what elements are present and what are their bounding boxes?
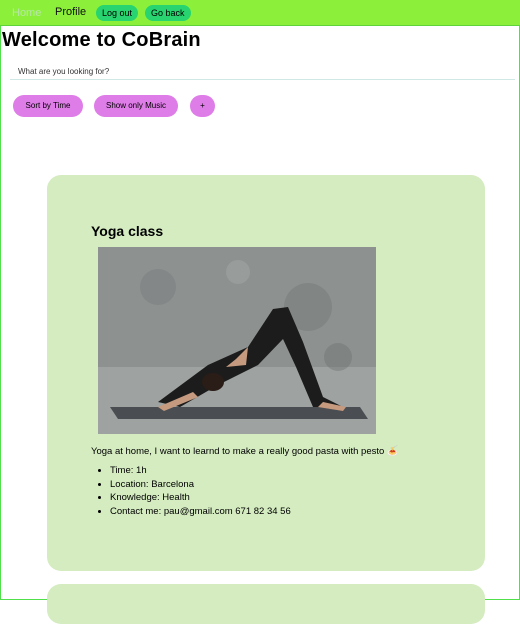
pasta-emoji-icon: 🍝 — [386, 446, 399, 457]
nav-home-link[interactable]: Home — [12, 7, 41, 19]
search-input[interactable] — [10, 64, 515, 80]
detail-time: Time: 1h — [110, 464, 291, 478]
activity-card: Yoga class Yoga at home, I want to learn… — [47, 175, 485, 571]
sort-by-time-button[interactable]: Sort by Time — [13, 95, 83, 117]
detail-location: Location: Barcelona — [110, 478, 291, 492]
description-text: Yoga at home, I want to learnd to make a… — [91, 446, 385, 457]
activity-card-next — [47, 584, 485, 624]
top-nav: Home Profile Log out Go back — [0, 0, 520, 26]
detail-knowledge: Knowledge: Health — [110, 491, 291, 505]
show-only-music-button[interactable]: Show only Music — [94, 95, 178, 117]
add-button[interactable]: + — [190, 95, 215, 117]
go-back-button[interactable]: Go back — [145, 5, 191, 21]
card-title: Yoga class — [91, 223, 164, 239]
logout-button[interactable]: Log out — [96, 5, 139, 21]
nav-profile-link[interactable]: Profile — [55, 6, 86, 18]
yoga-photo — [98, 247, 376, 434]
detail-contact: Contact me: pau@gmail.com 671 82 34 56 — [110, 505, 291, 519]
yoga-illustration — [98, 247, 376, 434]
card-details-list: Time: 1h Location: Barcelona Knowledge: … — [91, 464, 291, 518]
page-title: Welcome to CoBrain — [2, 29, 201, 51]
card-description: Yoga at home, I want to learnd to make a… — [91, 446, 399, 457]
